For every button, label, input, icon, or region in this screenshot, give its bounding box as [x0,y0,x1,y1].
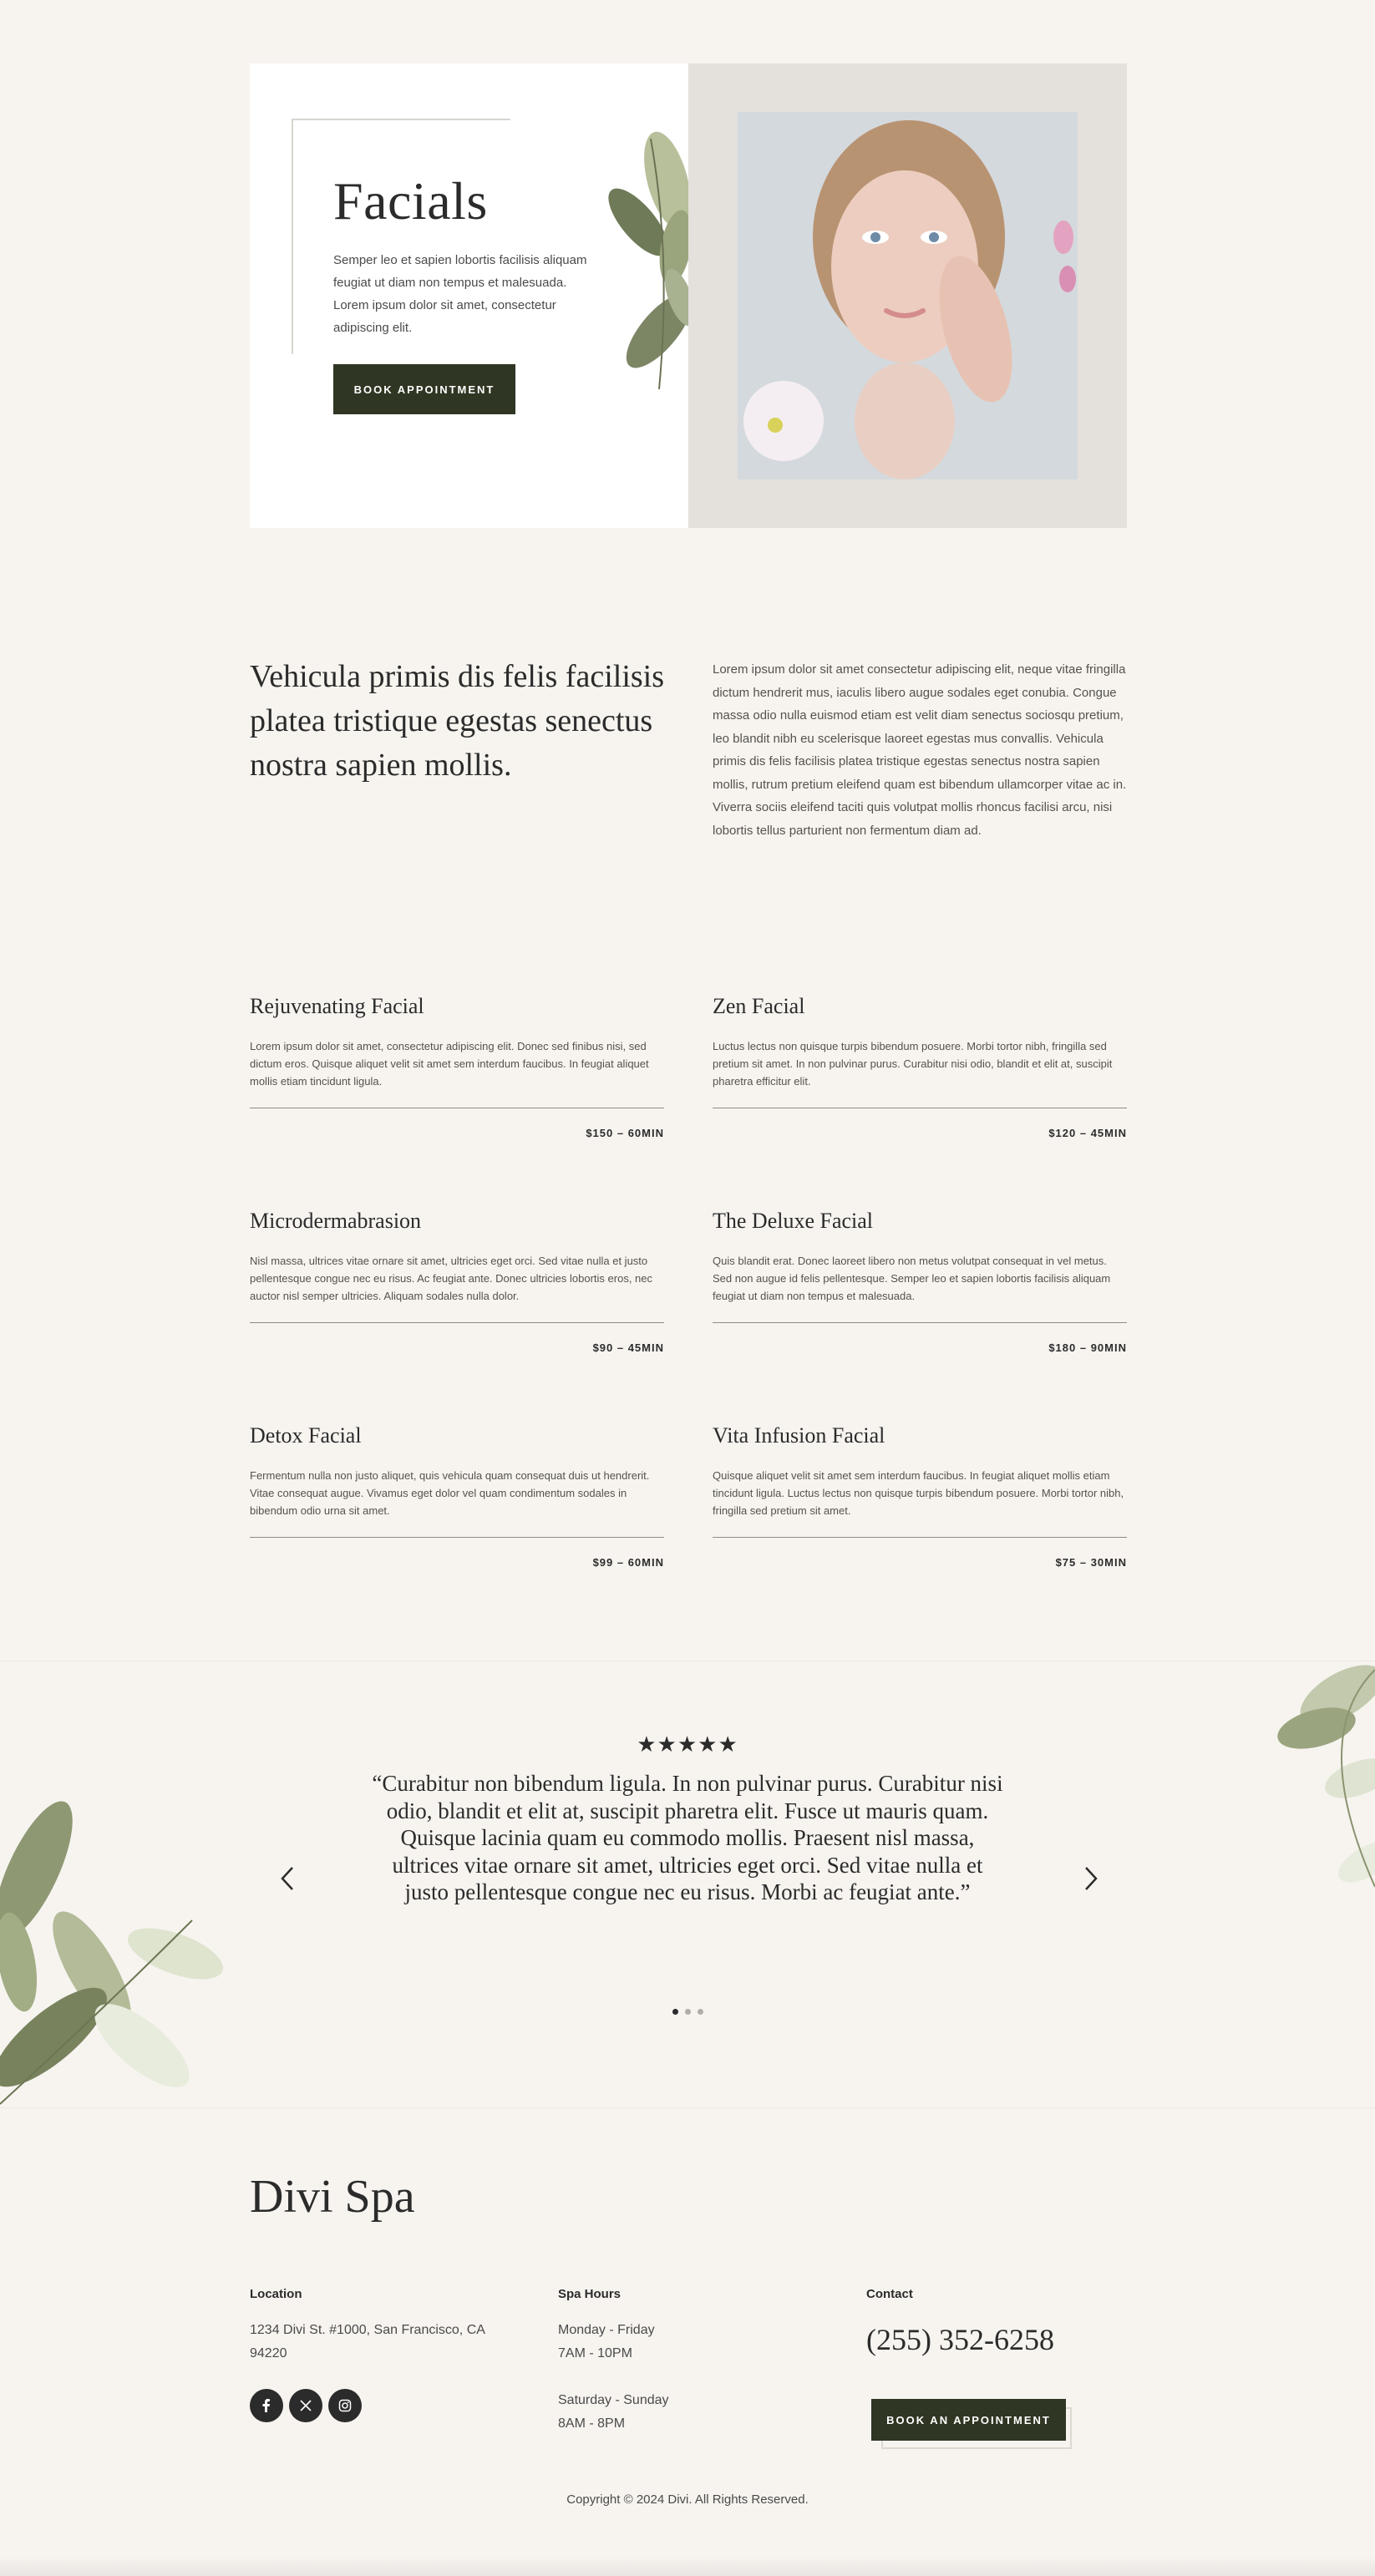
service-name: Detox Facial [250,1423,362,1448]
testimonial-quote: “Curabitur non bibendum ligula. In non p… [372,1771,1003,1904]
chevron-left-icon [281,1867,293,1890]
service-price: $75 – 30MIN [1055,1556,1127,1569]
x-link[interactable] [289,2389,322,2422]
footer-brand: Divi Spa [250,2171,415,2223]
service-price: $120 – 45MIN [1048,1127,1127,1139]
slider-pagination [0,2009,1375,2015]
previous-slide-button[interactable] [271,1862,304,1895]
book-appointment-button[interactable]: BOOK APPOINTMENT [333,364,515,414]
facebook-icon [262,2399,270,2412]
service-name: Zen Facial [713,994,805,1018]
service-divider [250,1537,664,1538]
weekday-days: Monday - Friday [558,2323,655,2337]
book-an-appointment-button[interactable]: BOOK AN APPOINTMENT [871,2399,1066,2441]
weekday-hours: 7AM - 10PM [558,2346,632,2360]
service-item: Rejuvenating Facial Lorem ipsum dolor si… [250,994,664,1139]
slide-dot[interactable] [697,2009,703,2015]
portrait-image [738,112,1078,479]
service-divider [250,1322,664,1323]
service-price: $99 – 60MIN [592,1556,664,1569]
hero-section: Facials Semper leo et sapien lobortis fa… [250,63,1127,528]
service-item: Microdermabrasion Nisl massa, ultrices v… [250,1209,664,1354]
intro-body: Lorem ipsum dolor sit amet consectetur a… [713,662,1127,838]
service-item: Vita Infusion Facial Quisque aliquet vel… [713,1423,1127,1569]
instagram-icon [338,2399,352,2412]
testimonial-slider: ★★★★★ “Curabitur non bibendum ligula. In… [0,1661,1375,2108]
page-title: Facials [333,171,488,231]
service-description: Fermentum nulla non justo aliquet, quis … [250,1469,650,1517]
service-description: Nisl massa, ultrices vitae ornare sit am… [250,1255,653,1302]
spa-hours-heading: Spa Hours [558,2287,622,2301]
service-divider [713,1322,1127,1323]
bottom-shadow [0,2556,1375,2576]
phone-number[interactable]: (255) 352-6258 [866,2322,1054,2357]
hero-description: Semper leo et sapien lobortis facilisis … [333,253,587,335]
service-name: Vita Infusion Facial [713,1423,885,1448]
service-name: The Deluxe Facial [713,1209,874,1233]
intro-heading: Vehicula primis dis felis facilisis plat… [250,659,665,783]
slide-dot[interactable] [672,2009,678,2015]
slide-dot[interactable] [684,2009,691,2015]
service-description: Quis blandit erat. Donec laoreet libero … [713,1255,1111,1302]
hero-image-panel [688,63,1127,528]
service-divider [713,1537,1127,1538]
service-description: Quisque aliquet velit sit amet sem inter… [713,1469,1124,1517]
location-heading: Location [250,2287,302,2301]
service-description: Luctus lectus non quisque turpis bibendu… [713,1040,1113,1088]
service-price: $90 – 45MIN [592,1341,664,1354]
next-slide-button[interactable] [1074,1862,1108,1895]
leaves-decoration [0,1801,223,2105]
rating-stars: ★★★★★ [637,1732,738,1757]
leaves-decoration [608,131,688,390]
facebook-link[interactable] [250,2389,283,2422]
service-name: Microdermabrasion [250,1209,422,1233]
hero-text-panel: Facials Semper leo et sapien lobortis fa… [250,63,688,528]
contact-heading: Contact [866,2287,913,2301]
address-text: 1234 Divi St. #1000, San Francisco, CA 9… [250,2323,485,2360]
service-price: $180 – 90MIN [1048,1341,1127,1354]
weekend-hours: 8AM - 8PM [558,2416,626,2431]
chevron-right-icon [1085,1867,1098,1890]
service-description: Lorem ipsum dolor sit amet, consectetur … [250,1040,649,1088]
weekend-days: Saturday - Sunday [558,2393,669,2407]
service-item: Detox Facial Fermentum nulla non justo a… [250,1423,664,1569]
instagram-link[interactable] [328,2389,362,2422]
service-item: The Deluxe Facial Quis blandit erat. Don… [713,1209,1127,1354]
service-price: $150 – 60MIN [586,1127,664,1139]
x-icon [300,2400,312,2411]
service-item: Zen Facial Luctus lectus non quisque tur… [713,994,1127,1139]
leaves-decoration [1277,1665,1375,1888]
service-name: Rejuvenating Facial [250,994,424,1018]
copyright-text: Copyright © 2024 Divi. All Rights Reserv… [566,2492,809,2507]
